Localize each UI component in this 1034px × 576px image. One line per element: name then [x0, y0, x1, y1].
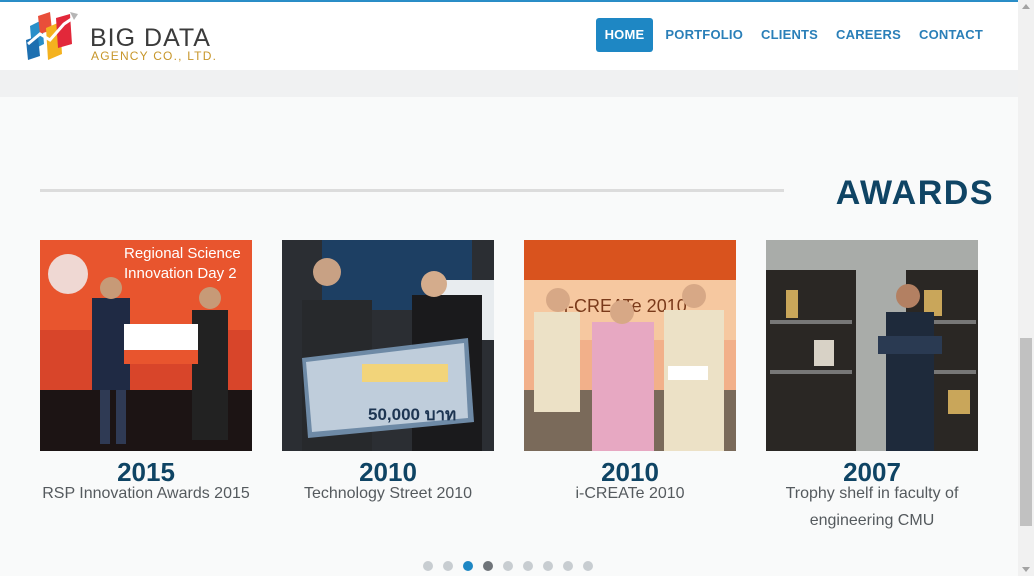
- carousel-dot[interactable]: [523, 561, 533, 571]
- page-scrollbar[interactable]: [1018, 0, 1034, 576]
- brand-subtitle: AGENCY CO., LTD.: [91, 49, 218, 63]
- award-card[interactable]: i-CREATe 2010 2010 i-CREATe 2010: [524, 240, 736, 507]
- award-caption: Trophy shelf in faculty of engineering C…: [785, 485, 959, 529]
- scrollbar-thumb[interactable]: [1020, 338, 1032, 526]
- carousel-dot[interactable]: [543, 561, 553, 571]
- nav-portfolio[interactable]: PORTFOLIO: [656, 18, 752, 52]
- carousel-dot[interactable]: [583, 561, 593, 571]
- award-card[interactable]: 2007 Trophy shelf in faculty of engineer…: [766, 240, 978, 534]
- award-photo[interactable]: [766, 240, 978, 451]
- awards-heading: AWARDS: [835, 174, 994, 212]
- scroll-up-arrow-icon[interactable]: [1022, 4, 1030, 9]
- award-photo[interactable]: i-CREATe 2010: [524, 240, 736, 451]
- award-card[interactable]: 50,000 บาท 2010 Technology Street 2010: [282, 240, 494, 507]
- award-card[interactable]: Regional Science Innovation Day 2 2015 R…: [40, 240, 252, 507]
- carousel-dot[interactable]: [423, 561, 433, 571]
- award-caption: Technology Street 2010: [303, 485, 473, 502]
- big-data-logo-icon: [26, 12, 78, 60]
- main-nav: HOME PORTFOLIO CLIENTS CAREERS CONTACT: [595, 18, 992, 52]
- carousel-dots: [423, 561, 593, 571]
- award-caption: i-CREATe 2010: [575, 485, 685, 502]
- nav-contact[interactable]: CONTACT: [910, 18, 992, 52]
- nav-home[interactable]: HOME: [595, 18, 654, 52]
- carousel-dot[interactable]: [443, 561, 453, 571]
- nav-clients[interactable]: CLIENTS: [752, 18, 827, 52]
- carousel-dot[interactable]: [503, 561, 513, 571]
- carousel-dot[interactable]: [563, 561, 573, 571]
- award-photo[interactable]: Regional Science Innovation Day 2: [40, 240, 252, 451]
- award-photo[interactable]: 50,000 บาท: [282, 240, 494, 451]
- award-photo-banner-text: Regional Science: [124, 245, 241, 262]
- carousel-dot[interactable]: [463, 561, 473, 571]
- nav-careers[interactable]: CAREERS: [827, 18, 910, 52]
- section-divider-strip: [0, 70, 1018, 97]
- award-caption: RSP Innovation Awards 2015: [42, 485, 250, 502]
- scroll-down-arrow-icon[interactable]: [1022, 567, 1030, 572]
- award-photo-check-text: 50,000 บาท: [368, 405, 456, 424]
- brand-logo[interactable]: BIG DATA AGENCY CO., LTD.: [24, 10, 224, 66]
- carousel-dot[interactable]: [483, 561, 493, 571]
- site-header: BIG DATA AGENCY CO., LTD. HOME PORTFOLIO…: [0, 2, 1018, 70]
- awards-heading-rule: [40, 189, 784, 192]
- svg-text:Innovation Day 2: Innovation Day 2: [124, 265, 237, 282]
